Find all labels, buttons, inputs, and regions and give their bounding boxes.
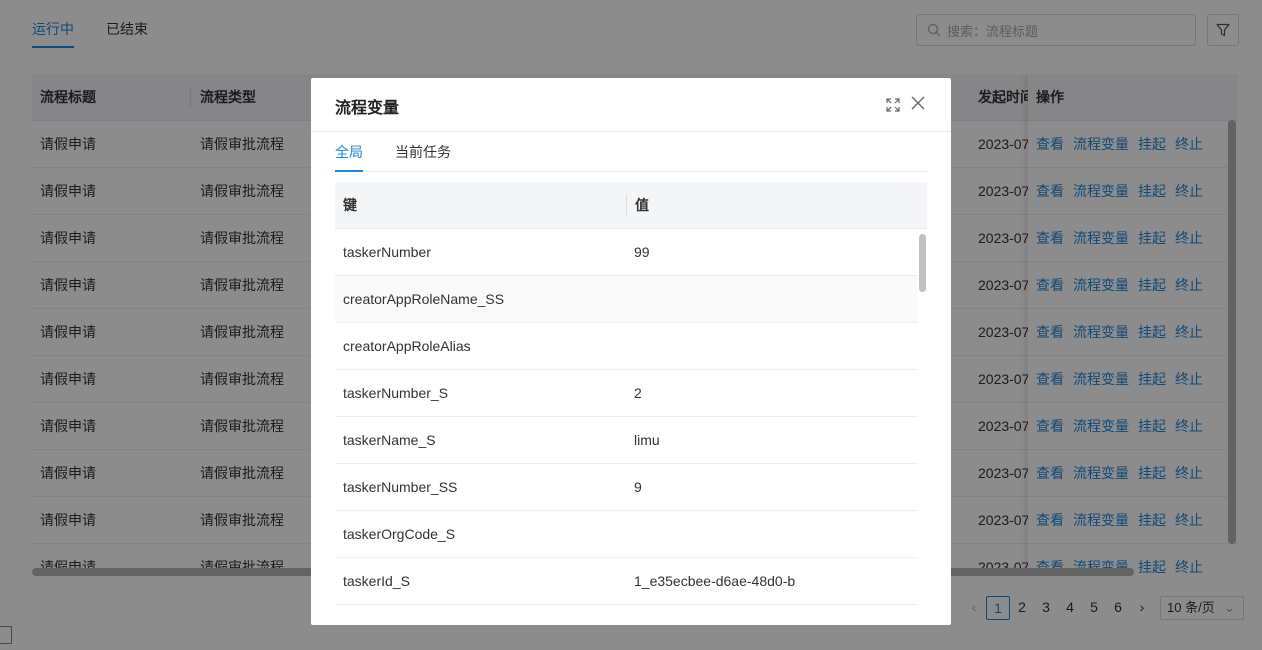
variable-key: taskerNumber <box>343 244 431 260</box>
modal-tabs: 全局 当前任务 <box>335 132 927 172</box>
variables-table: 键 值 taskerNumber 99 creatorAppRoleName_SSc… <box>335 182 927 625</box>
variable-value: 9 <box>634 479 642 495</box>
variable-value: 1_e35ecbee-d6ae-48d0-b <box>634 573 796 589</box>
variables-table-header: 键 值 <box>335 182 927 229</box>
variable-value: limu <box>634 432 660 448</box>
variable-row: taskerNumber 99 <box>335 229 918 276</box>
expand-icon[interactable] <box>886 98 900 112</box>
tab-current-task[interactable]: 当前任务 <box>395 132 451 172</box>
variable-key: creatorAppRoleName_SS <box>343 291 505 307</box>
process-variables-modal: 流程变量 全局 当前任务 键 值 taskerNumber 99 creatorAp… <box>311 78 951 625</box>
close-icon[interactable] <box>910 95 926 111</box>
scrollbar-thumb[interactable] <box>919 234 926 292</box>
variable-key: creatorAppRoleAlias <box>343 338 471 354</box>
variable-key: taskerId_S <box>343 573 410 589</box>
variable-key: taskerNumber_SS <box>343 479 458 495</box>
modal-header: 流程变量 <box>311 78 951 132</box>
modal-title: 流程变量 <box>335 100 400 117</box>
column-header-key: 键 <box>343 197 357 213</box>
variable-row: creatorAppRoleName_SS <box>335 276 918 323</box>
column-header-value: 值 <box>635 197 649 213</box>
variable-key: taskerNumber_S <box>343 385 449 401</box>
variables-table-body: taskerNumber 99 creatorAppRoleName_SScreat… <box>335 229 918 605</box>
variable-value: 2 <box>634 385 642 401</box>
tab-global[interactable]: 全局 <box>335 132 363 172</box>
variable-row: taskerNumber_SS 9 <box>335 464 918 511</box>
variables-scrollbar[interactable] <box>918 229 927 625</box>
variable-row: taskerOrgCode_S <box>335 511 918 558</box>
variable-row: taskerId_S 1_e35ecbee-d6ae-48d0-b <box>335 558 918 605</box>
variable-value: 99 <box>634 244 650 260</box>
variable-row: creatorAppRoleAlias <box>335 323 918 370</box>
variable-row: taskerName_S limu <box>335 417 918 464</box>
variable-key: taskerName_S <box>343 432 436 448</box>
variable-key: taskerOrgCode_S <box>343 526 456 542</box>
variable-row: taskerNumber_S 2 <box>335 370 918 417</box>
